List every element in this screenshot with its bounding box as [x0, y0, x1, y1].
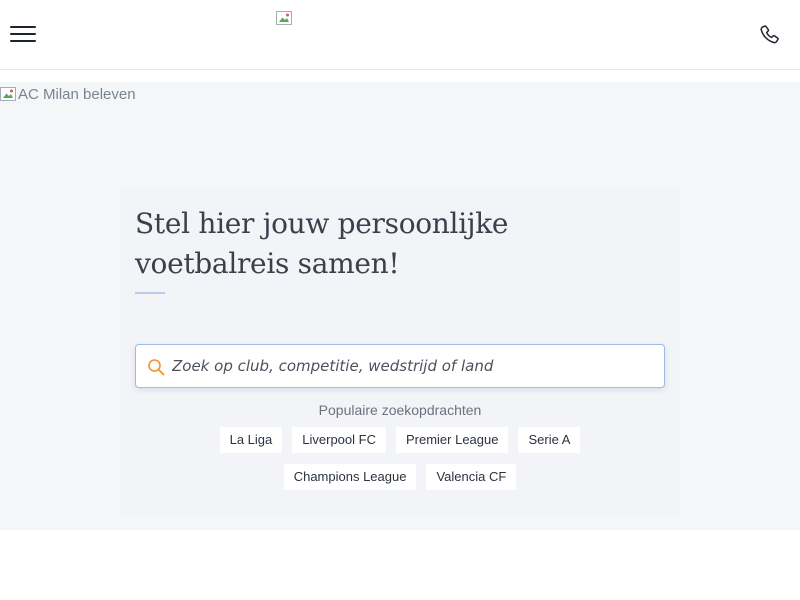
content-area [0, 530, 800, 600]
site-header [0, 0, 800, 70]
hero-section: AC Milan beleven Stel hier jouw persoonl… [0, 82, 800, 530]
page-title: Stel hier jouw persoonlijke voetbalreis … [135, 207, 509, 280]
broken-image-icon[interactable] [276, 11, 292, 25]
phone-icon[interactable] [758, 23, 782, 47]
search-panel: Stel hier jouw persoonlijke voetbalreis … [120, 190, 680, 514]
search-icon [148, 359, 165, 376]
title-underline [135, 292, 165, 294]
popular-searches-title: Populaire zoekopdrachten [318, 402, 482, 418]
popular-searches-list: La Liga Liverpool FC Premier League Seri… [150, 427, 650, 490]
popular-search-valencia-cf[interactable]: Valencia CF [426, 464, 517, 490]
search-field[interactable] [135, 344, 665, 388]
popular-search-la-liga[interactable]: La Liga [219, 427, 283, 453]
hamburger-menu-icon[interactable] [10, 24, 36, 44]
popular-search-serie-a[interactable]: Serie A [518, 427, 581, 453]
popular-search-premier-league[interactable]: Premier League [395, 427, 509, 453]
hero-image-alt-text: AC Milan beleven [18, 85, 136, 103]
search-input[interactable] [170, 351, 650, 381]
hero-image: AC Milan beleven [0, 84, 136, 104]
broken-image-icon [0, 87, 16, 101]
popular-search-liverpool-fc[interactable]: Liverpool FC [292, 427, 386, 453]
popular-search-champions-league[interactable]: Champions League [283, 464, 417, 490]
